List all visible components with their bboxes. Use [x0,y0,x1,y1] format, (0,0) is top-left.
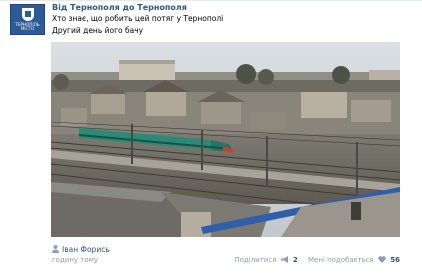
group-title-link[interactable]: Від Тернополя до Тернополя [52,3,187,12]
post-photo[interactable] [51,42,400,237]
group-avatar[interactable]: ТЕРНОПІЛЬ МІСТО [10,4,45,35]
post-text: Хто знає, що робить цей потяг у Тернопол… [52,13,223,37]
share-button[interactable]: Поділитися 2 [234,255,298,264]
post-time[interactable]: годину тому [52,256,98,264]
author-link[interactable]: Іван Форись [52,244,110,254]
like-button[interactable]: Мені подобається 56 [308,255,400,264]
post-text-line1: Хто знає, що робить цей потяг у Тернопол… [52,14,224,23]
like-count: 56 [390,256,400,264]
author-name: Іван Форись [62,245,110,254]
like-label: Мені подобається [307,256,374,264]
top-divider [0,0,422,1]
post-text-line2: Другий день його бачу [52,26,144,35]
share-count: 2 [292,256,298,264]
heart-icon [378,256,386,263]
post-actions: Поділитися 2 Мені подобається 56 [226,255,400,264]
share-label: Поділитися [234,256,277,264]
person-icon [52,245,59,253]
avatar-caption: ТЕРНОПІЛЬ МІСТО [15,22,40,31]
megaphone-icon [280,256,288,263]
